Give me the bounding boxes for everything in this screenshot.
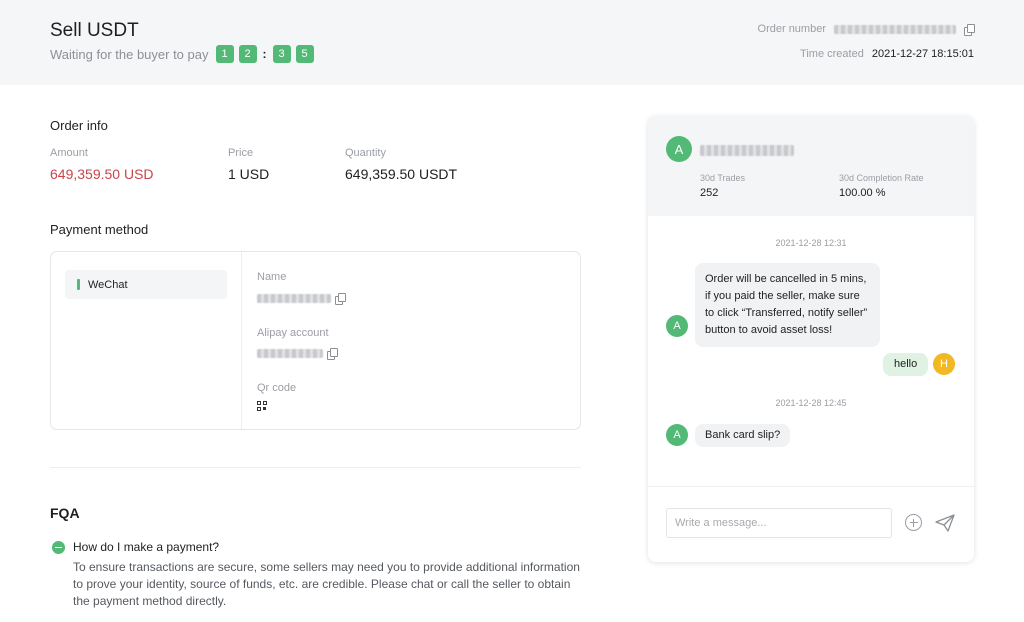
- counterparty-name-redacted: [700, 145, 794, 156]
- time-created-label: Time created: [800, 48, 864, 60]
- alipay-account-label: Alipay account: [257, 327, 329, 339]
- countdown-separator: :: [262, 47, 267, 61]
- countdown-digit: 2: [238, 45, 257, 63]
- message-input[interactable]: [666, 508, 892, 538]
- order-number-row: Order number: [757, 23, 975, 36]
- copy-icon[interactable]: [964, 24, 975, 36]
- time-created-row: Time created 2021-12-27 18:15:01: [800, 48, 974, 60]
- chat-message: Order will be cancelled in 5 mins, if yo…: [695, 263, 880, 347]
- payment-tab-label: WeChat: [88, 278, 128, 291]
- payment-tab-wechat[interactable]: WeChat: [65, 270, 227, 299]
- order-header: Sell USDT Waiting for the buyer to pay 1…: [0, 0, 1024, 85]
- faq-answer: To ensure transactions are secure, some …: [73, 560, 580, 608]
- countdown-digit: 5: [295, 45, 314, 63]
- name-value: [257, 293, 346, 305]
- status-text: Waiting for the buyer to pay: [50, 46, 209, 62]
- counterparty-header: A 30d Trades 252 30d Completion Rate 100…: [648, 116, 974, 216]
- quantity-label: Quantity: [345, 147, 386, 159]
- price-label: Price: [228, 147, 254, 159]
- name-label: Name: [257, 271, 287, 283]
- countdown-digit: 3: [272, 45, 291, 63]
- copy-icon[interactable]: [335, 293, 346, 305]
- qr-code-label: Qr code: [257, 382, 297, 394]
- qr-code-icon[interactable]: [257, 401, 267, 411]
- avatar: A: [666, 424, 688, 446]
- page-title: Sell USDT: [50, 20, 139, 41]
- account-redacted: [257, 348, 323, 358]
- avatar: A: [666, 136, 692, 162]
- alipay-account-value: [257, 348, 338, 360]
- completion-rate-value: 100.00 %: [839, 187, 886, 199]
- quantity-value: 649,359.50 USDT: [345, 166, 458, 182]
- faq-question[interactable]: How do I make a payment?: [52, 540, 219, 554]
- order-number-redacted: [834, 24, 956, 34]
- chat-timestamp: 2021-12-28 12:45: [775, 398, 847, 408]
- order-number-label: Order number: [757, 23, 826, 35]
- copy-icon[interactable]: [327, 348, 338, 360]
- amount-value: 649,359.50 USD: [50, 166, 154, 182]
- chat-timestamp: 2021-12-28 12:31: [775, 238, 847, 248]
- amount-label: Amount: [50, 147, 88, 159]
- payment-method-card: WeChat Name Alipay account Qr code: [50, 251, 581, 430]
- payment-method-title: Payment method: [50, 222, 149, 237]
- price-value: 1 USD: [228, 166, 270, 182]
- trades-label: 30d Trades: [700, 173, 746, 183]
- chat-panel: A 30d Trades 252 30d Completion Rate 100…: [648, 116, 974, 562]
- chat-message-own: hello: [883, 353, 929, 376]
- send-icon[interactable]: [935, 514, 955, 532]
- payment-status: Waiting for the buyer to pay 1 2 : 3 5: [50, 45, 314, 63]
- countdown-digit: 1: [215, 45, 234, 63]
- order-info-title: Order info: [50, 118, 108, 133]
- time-created-value: 2021-12-27 18:15:01: [871, 48, 974, 60]
- faq-question-text: How do I make a payment?: [73, 540, 220, 554]
- completion-rate-label: 30d Completion Rate: [839, 173, 924, 183]
- faq-title: FQA: [50, 505, 80, 521]
- qr-code-value: [257, 401, 267, 411]
- divider: [241, 252, 242, 429]
- plus-circle-icon[interactable]: [905, 514, 922, 531]
- active-indicator: [77, 279, 80, 290]
- divider: [648, 486, 974, 487]
- minus-circle-icon[interactable]: [52, 540, 65, 554]
- name-redacted: [257, 293, 331, 303]
- section-divider: [50, 467, 581, 468]
- trades-value: 252: [700, 187, 719, 199]
- avatar: H: [933, 353, 955, 375]
- chat-message: Bank card slip?: [695, 424, 791, 447]
- avatar: A: [666, 315, 688, 337]
